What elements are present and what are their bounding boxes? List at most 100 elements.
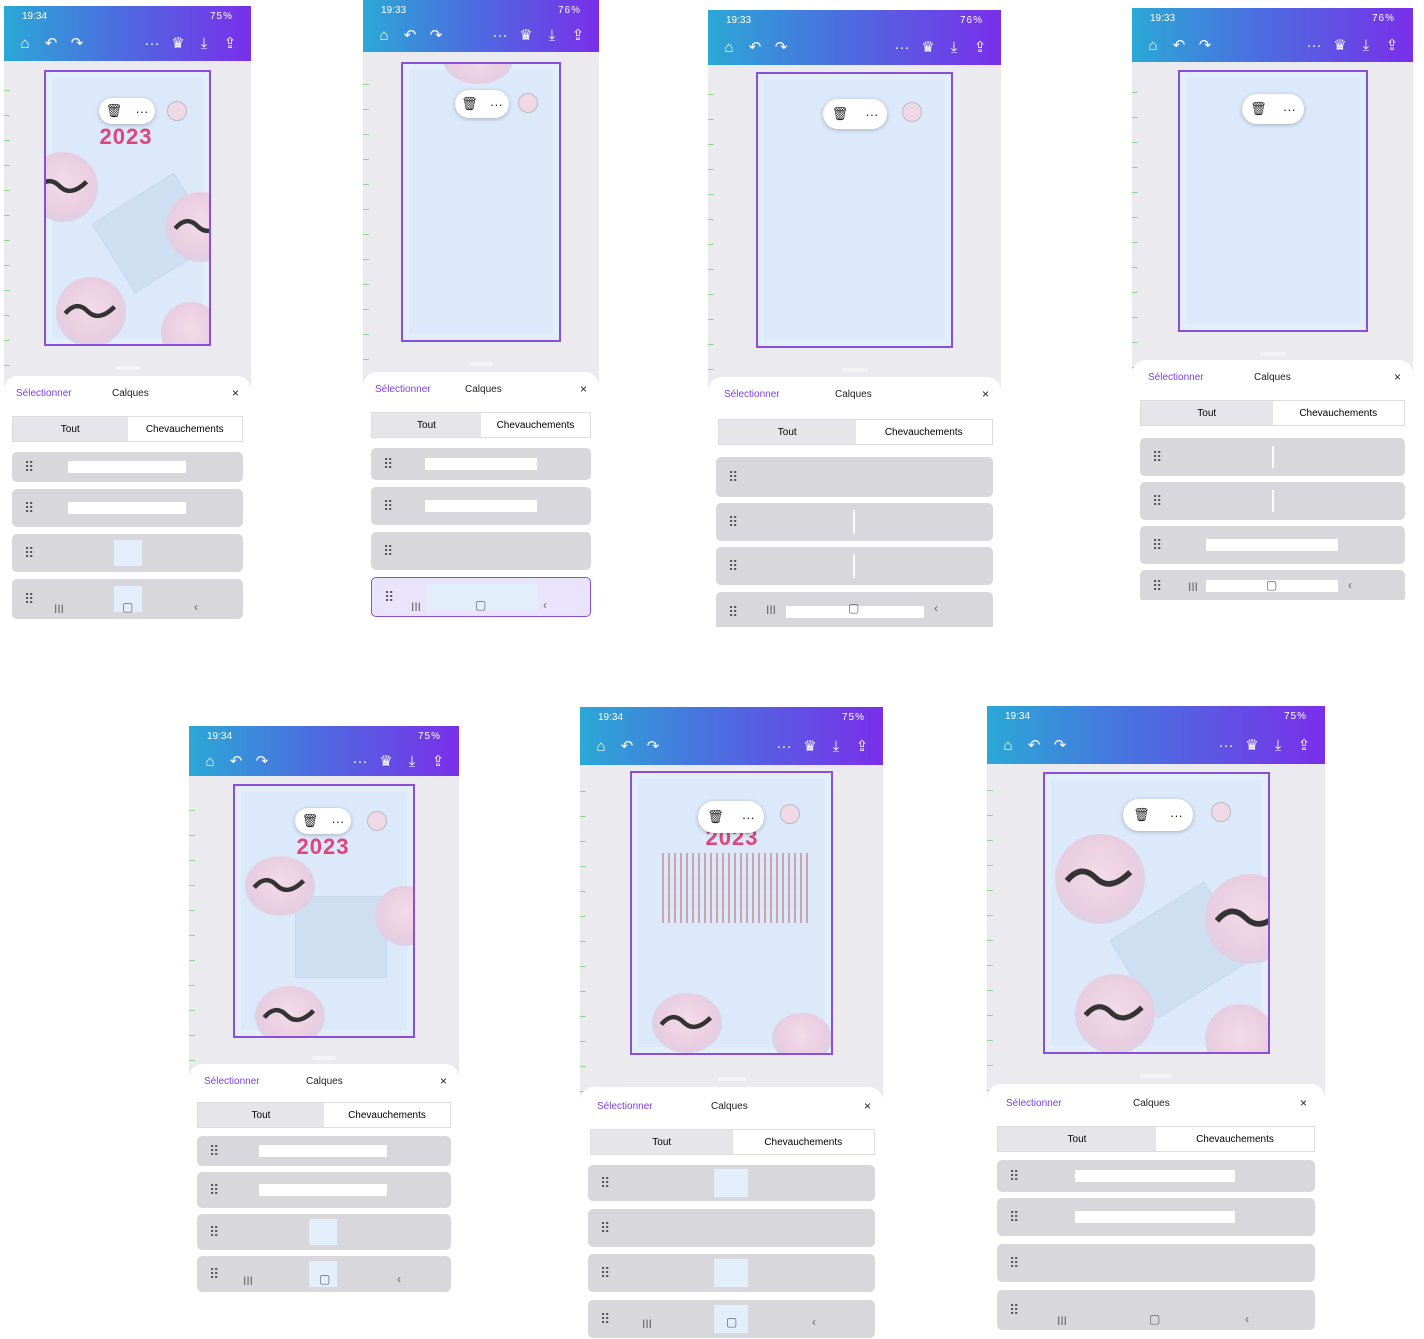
close-icon[interactable]: ×	[580, 382, 587, 396]
share-icon[interactable]: ⇪	[1291, 736, 1317, 754]
undo-icon[interactable]: ↶	[1021, 736, 1047, 754]
layer-row[interactable]: ⠿	[197, 1172, 451, 1208]
more-options-icon[interactable]: ···	[1170, 808, 1183, 823]
drag-handle[interactable]	[312, 1056, 336, 1060]
more-icon[interactable]: ···	[889, 39, 915, 56]
drag-grip-icon[interactable]: ⠿	[728, 515, 738, 529]
more-options-icon[interactable]: ···	[742, 810, 755, 825]
undo-icon[interactable]: ↶	[38, 34, 64, 52]
select-button[interactable]: Sélectionner	[1006, 1098, 1062, 1109]
tab-overlaps[interactable]: Chevauchements	[1273, 401, 1405, 425]
crown-icon[interactable]: ♛	[373, 752, 399, 770]
layer-row[interactable]: ⠿	[371, 448, 591, 480]
back-icon[interactable]: ‹	[1348, 578, 1352, 592]
undo-icon[interactable]: ↶	[397, 26, 423, 44]
drag-grip-icon[interactable]: ⠿	[209, 1225, 219, 1239]
tab-all[interactable]: Tout	[198, 1103, 324, 1127]
drag-grip-icon[interactable]: ⠿	[600, 1312, 610, 1326]
drag-grip-icon[interactable]: ⠿	[1152, 538, 1162, 552]
select-button[interactable]: Sélectionner	[724, 389, 780, 400]
share-icon[interactable]: ⇪	[565, 26, 591, 44]
home-nav-icon[interactable]: ▢	[848, 601, 859, 615]
crown-icon[interactable]: ♛	[1239, 736, 1265, 754]
drag-grip-icon[interactable]: ⠿	[24, 546, 34, 560]
redo-icon[interactable]: ↷	[768, 38, 794, 56]
drag-grip-icon[interactable]: ⠿	[24, 460, 34, 474]
drag-grip-icon[interactable]: ⠿	[24, 592, 34, 606]
home-icon[interactable]: ⌂	[12, 35, 38, 52]
crown-icon[interactable]: ♛	[165, 34, 191, 52]
tab-overlaps[interactable]: Chevauchements	[324, 1103, 450, 1127]
layer-row[interactable]: ⠿	[197, 1136, 451, 1166]
back-icon[interactable]: ‹	[543, 598, 547, 612]
delete-icon[interactable]: 🗑	[302, 813, 319, 829]
back-icon[interactable]: ‹	[397, 1272, 401, 1286]
drag-grip-icon[interactable]: ⠿	[383, 457, 393, 471]
drag-grip-icon[interactable]: ⠿	[728, 470, 738, 484]
layer-row[interactable]: ⠿	[997, 1244, 1315, 1282]
tab-overlaps[interactable]: Chevauchements	[1156, 1127, 1314, 1151]
drag-handle[interactable]	[718, 1077, 746, 1081]
close-icon[interactable]: ×	[982, 387, 989, 401]
delete-icon[interactable]: 🗑	[707, 809, 724, 825]
close-icon[interactable]: ×	[864, 1099, 871, 1113]
drag-grip-icon[interactable]: ⠿	[1009, 1210, 1019, 1224]
undo-icon[interactable]: ↶	[742, 38, 768, 56]
download-icon[interactable]: ⤓	[941, 39, 967, 56]
drag-handle[interactable]	[842, 368, 868, 372]
delete-icon[interactable]: 🗑	[461, 96, 478, 112]
year-text[interactable]: 2023	[96, 124, 156, 150]
select-button[interactable]: Sélectionner	[1148, 372, 1204, 383]
element-thumbnail[interactable]	[367, 811, 387, 831]
more-icon[interactable]: ···	[1301, 37, 1327, 54]
more-options-icon[interactable]: ···	[135, 104, 148, 119]
drag-handle[interactable]	[469, 362, 493, 366]
layer-row[interactable]: ⠿	[588, 1209, 875, 1247]
layer-row[interactable]: ⠿	[12, 452, 243, 482]
redo-icon[interactable]: ↷	[249, 752, 275, 770]
tab-overlaps[interactable]: Chevauchements	[856, 420, 993, 444]
close-icon[interactable]: ×	[1300, 1096, 1307, 1110]
redo-icon[interactable]: ↷	[64, 34, 90, 52]
back-icon[interactable]: ‹	[194, 600, 198, 614]
delete-icon[interactable]: 🗑	[106, 103, 123, 119]
home-icon[interactable]: ⌂	[197, 753, 223, 770]
drag-handle[interactable]	[116, 366, 140, 370]
select-button[interactable]: Sélectionner	[204, 1076, 260, 1087]
share-icon[interactable]: ⇪	[849, 737, 875, 755]
layer-row[interactable]: ⠿	[1140, 438, 1405, 476]
drag-grip-icon[interactable]: ⠿	[600, 1176, 610, 1190]
drag-grip-icon[interactable]: ⠿	[1009, 1169, 1019, 1183]
delete-icon[interactable]: 🗑	[1133, 807, 1150, 823]
download-icon[interactable]: ⤓	[399, 753, 425, 770]
share-icon[interactable]: ⇪	[1379, 36, 1405, 54]
undo-icon[interactable]: ↶	[1166, 36, 1192, 54]
drag-grip-icon[interactable]: ⠿	[728, 605, 738, 619]
close-icon[interactable]: ×	[232, 386, 239, 400]
undo-icon[interactable]: ↶	[223, 752, 249, 770]
more-icon[interactable]: ···	[347, 753, 373, 770]
layer-row[interactable]: ⠿	[1140, 482, 1405, 520]
home-nav-icon[interactable]: ▢	[1149, 1312, 1160, 1326]
element-thumbnail[interactable]	[902, 102, 922, 122]
home-icon[interactable]: ⌂	[1140, 37, 1166, 54]
home-nav-icon[interactable]: ▢	[475, 598, 486, 612]
layer-row[interactable]: ⠿	[588, 1254, 875, 1292]
layer-row[interactable]: ⠿	[716, 457, 993, 497]
drag-grip-icon[interactable]: ⠿	[1009, 1303, 1019, 1317]
recent-apps-icon[interactable]: III	[766, 603, 776, 617]
drag-grip-icon[interactable]: ⠿	[1152, 450, 1162, 464]
more-icon[interactable]: ···	[1213, 737, 1239, 754]
more-icon[interactable]: ···	[487, 27, 513, 44]
download-icon[interactable]: ⤓	[191, 35, 217, 52]
layer-row[interactable]: ⠿	[997, 1160, 1315, 1192]
undo-icon[interactable]: ↶	[614, 737, 640, 755]
home-icon[interactable]: ⌂	[716, 39, 742, 56]
recent-apps-icon[interactable]: III	[1188, 580, 1198, 594]
layer-row[interactable]: ⠿	[12, 534, 243, 572]
calendar-grid[interactable]	[662, 853, 812, 923]
drag-grip-icon[interactable]: ⠿	[600, 1266, 610, 1280]
download-icon[interactable]: ⤓	[1353, 37, 1379, 54]
home-icon[interactable]: ⌂	[371, 27, 397, 44]
layer-row[interactable]: ⠿	[12, 489, 243, 527]
